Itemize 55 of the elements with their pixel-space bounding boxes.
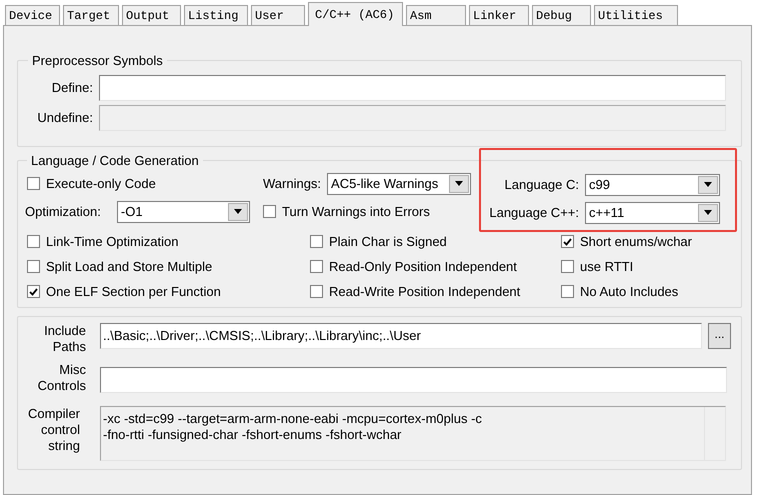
checkbox[interactable] — [310, 285, 323, 298]
tab[interactable]: Device — [5, 5, 60, 25]
field-label: Warnings: — [263, 174, 322, 193]
group-title: Language / Code Generation — [30, 152, 200, 170]
checkbox[interactable] — [561, 260, 574, 273]
checkbox-label: Short enums/wchar — [580, 232, 692, 251]
field-label: Optimization: — [25, 202, 101, 221]
check-icon — [563, 238, 572, 246]
text-field[interactable]: ..\Basic;..\Driver;..\CMSIS;..\Library;..\Library\inc;..\User — [100, 323, 702, 349]
tab[interactable]: Asm — [406, 5, 466, 25]
tab[interactable]: C/C++ (AC6) — [308, 2, 403, 26]
field-label: Undefine: — [36, 108, 93, 127]
field-label: Language C: — [504, 176, 579, 194]
tab[interactable]: Debug — [532, 5, 591, 25]
tab[interactable]: Target — [63, 5, 119, 25]
checkbox-label: No Auto Includes — [580, 282, 678, 301]
tab[interactable]: Linker — [469, 5, 529, 25]
field-label: Define: — [50, 78, 93, 97]
check-icon — [29, 288, 38, 296]
checkbox[interactable] — [561, 235, 574, 248]
browse-button[interactable]: ... — [708, 323, 731, 349]
checkbox-label: Split Load and Store Multiple — [46, 258, 212, 276]
dropdown[interactable]: c++11 — [585, 202, 720, 224]
tab[interactable]: User — [251, 5, 305, 25]
field-label: Include Paths — [43, 323, 86, 355]
checkbox[interactable] — [27, 285, 40, 298]
field-label: Language C++: — [488, 204, 579, 222]
group-title: Preprocessor Symbols — [31, 52, 164, 70]
text-field[interactable] — [99, 74, 726, 100]
checkbox-label: Read-Write Position Independent — [329, 282, 520, 301]
checkbox[interactable] — [310, 260, 323, 273]
tab[interactable]: Utilities — [594, 5, 678, 25]
text-line: -xc -std=c99 --target=arm-arm-none-eabi -mcpu=cortex-m0plus -c — [103, 411, 483, 427]
checkbox[interactable] — [310, 235, 323, 248]
checkbox[interactable] — [27, 235, 40, 248]
checkbox[interactable] — [561, 285, 574, 298]
field-label: Misc Controls — [36, 362, 86, 394]
checkbox[interactable] — [263, 205, 276, 218]
checkbox-label: One ELF Section per Function — [46, 282, 221, 301]
tab[interactable]: Listing — [184, 5, 248, 25]
checkbox-label: Link-Time Optimization — [46, 232, 178, 251]
text-line: -fno-rtti -funsigned-char -fshort-enums -fshort-wchar — [103, 427, 402, 443]
text-field[interactable] — [100, 367, 727, 393]
checkbox-label: Read-Only Position Independent — [329, 258, 517, 276]
checkbox-label: Plain Char is Signed — [329, 232, 447, 251]
checkbox-label: Execute-only Code — [46, 174, 156, 193]
checkbox[interactable] — [27, 177, 40, 190]
field-label: Compiler control string — [26, 406, 80, 454]
checkbox-label: use RTTI — [580, 258, 634, 276]
checkbox[interactable] — [27, 260, 40, 273]
dropdown[interactable]: -O1 — [116, 200, 250, 222]
checkbox-label: Turn Warnings into Errors — [282, 202, 430, 221]
dropdown[interactable]: c99 — [585, 174, 720, 196]
tab[interactable]: Output — [122, 5, 181, 25]
dropdown[interactable]: AC5-like Warnings — [327, 172, 472, 194]
